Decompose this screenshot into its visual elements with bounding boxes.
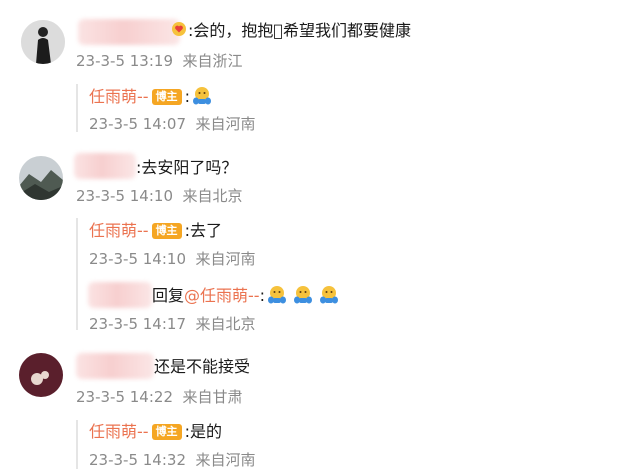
comment-text: 还是不能接受 bbox=[154, 357, 251, 376]
reply-line: 任雨萌-- 博主:是的 bbox=[89, 422, 222, 441]
location: 来自河南 bbox=[195, 250, 256, 268]
hug-emoji-icon bbox=[319, 286, 338, 304]
comment-text: :去安阳了吗？ bbox=[136, 158, 238, 177]
landscape-avatar-icon bbox=[19, 156, 63, 200]
avatar[interactable] bbox=[19, 156, 63, 200]
heart-icon bbox=[172, 22, 186, 36]
comment-meta: 23-3-5 13:19 来自浙江 bbox=[76, 52, 243, 70]
location: 来自甘肃 bbox=[182, 388, 243, 406]
reply-meta: 23-3-5 14:17 来自北京 bbox=[89, 315, 256, 333]
person-silhouette-icon bbox=[21, 20, 65, 64]
comment-text: :会的，抱抱 希望我们都要健康 bbox=[172, 21, 411, 41]
comment-meta: 23-3-5 14:10 来自北京 bbox=[76, 187, 243, 205]
hug-emoji-icon bbox=[192, 87, 211, 105]
timestamp: 23-3-5 14:32 bbox=[89, 451, 186, 469]
reply-line: 回复@任雨萌--: bbox=[152, 285, 339, 306]
username-redacted[interactable] bbox=[78, 19, 180, 45]
reply-word: 回复 bbox=[152, 286, 185, 305]
timestamp: 23-3-5 14:22 bbox=[76, 388, 173, 406]
blogger-badge: 博主 bbox=[151, 89, 182, 105]
reply-divider bbox=[76, 218, 78, 330]
reply-divider bbox=[76, 420, 78, 469]
reply-divider bbox=[76, 84, 78, 132]
reply-author[interactable]: 任雨萌-- bbox=[89, 87, 149, 106]
avatar[interactable] bbox=[21, 20, 65, 64]
location: 来自北京 bbox=[195, 315, 256, 333]
location: 来自河南 bbox=[195, 451, 256, 469]
reply-meta: 23-3-5 14:07 来自河南 bbox=[89, 115, 256, 133]
timestamp: 23-3-5 14:10 bbox=[76, 187, 173, 205]
hug-emoji-icon bbox=[267, 286, 286, 304]
username-redacted[interactable] bbox=[76, 353, 154, 379]
reply-line: 任雨萌-- 博主:去了 bbox=[89, 221, 222, 240]
timestamp: 23-3-5 14:17 bbox=[89, 315, 186, 333]
reply-author[interactable]: 任雨萌-- bbox=[89, 422, 149, 441]
location: 来自北京 bbox=[182, 187, 243, 205]
reply-meta: 23-3-5 14:10 来自河南 bbox=[89, 250, 256, 268]
hug-emoji-icon bbox=[293, 286, 312, 304]
reply-author[interactable]: 任雨萌-- bbox=[89, 221, 149, 240]
timestamp: 23-3-5 14:10 bbox=[89, 250, 186, 268]
mention-link[interactable]: @任雨萌-- bbox=[184, 286, 260, 305]
reply-line: 任雨萌-- 博主: bbox=[89, 86, 212, 107]
dark-avatar-icon bbox=[19, 353, 63, 397]
comment-meta: 23-3-5 14:22 来自甘肃 bbox=[76, 388, 243, 406]
username-redacted[interactable] bbox=[74, 153, 136, 179]
reply-meta: 23-3-5 14:32 来自河南 bbox=[89, 451, 256, 469]
location: 来自浙江 bbox=[182, 52, 243, 70]
location: 来自河南 bbox=[195, 115, 256, 133]
blogger-badge: 博主 bbox=[151, 424, 182, 440]
avatar[interactable] bbox=[19, 353, 63, 397]
blogger-badge: 博主 bbox=[151, 223, 182, 239]
timestamp: 23-3-5 13:19 bbox=[76, 52, 173, 70]
username-redacted[interactable] bbox=[88, 282, 152, 308]
timestamp: 23-3-5 14:07 bbox=[89, 115, 186, 133]
